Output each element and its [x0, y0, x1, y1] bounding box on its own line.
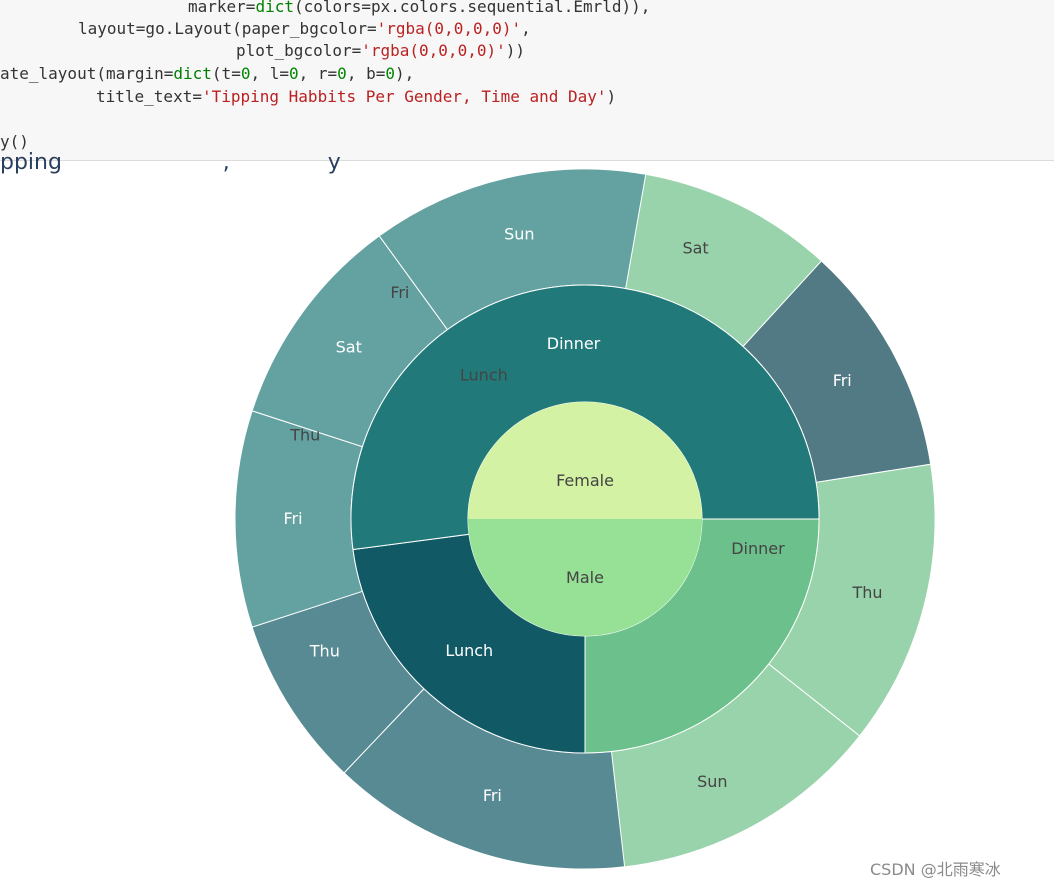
sunburst-label-male-dinner-sun: Sun — [504, 224, 534, 243]
sunburst-label-female-dinner-sat: Sat — [682, 239, 708, 258]
sunburst-label-male-dinner: Dinner — [547, 334, 601, 353]
sunburst-label-female-lunch-fri: Fri — [390, 283, 409, 302]
sunburst-label-female-lunch: Lunch — [460, 366, 508, 385]
sunburst-label-male-lunch-fri: Fri — [483, 786, 502, 805]
sunburst-label-female-dinner-sun: Sun — [697, 772, 727, 791]
sunburst-label-male-dinner-sat: Sat — [336, 337, 362, 356]
sunburst-chart[interactable]: Female Male Lunch Dinner Lunch Dinner Thu Fri Sa… — [0, 0, 1054, 886]
sunburst-label-male-dinner-fri: Fri — [283, 509, 302, 528]
sunburst-label-female-lunch-thu: Thu — [289, 425, 320, 444]
sunburst-label-female-dinner-fri: Fri — [833, 371, 852, 390]
sunburst-label-female: Female — [556, 471, 614, 490]
watermark: CSDN @北雨寒冰 — [870, 860, 1001, 879]
sunburst-label-male: Male — [566, 568, 604, 587]
sunburst-label-male-lunch-thu: Thu — [309, 642, 340, 661]
sunburst-label-female-dinner-thu: Thu — [851, 583, 882, 602]
sunburst-label-female-dinner: Dinner — [731, 539, 785, 558]
sunburst-label-male-lunch: Lunch — [445, 641, 493, 660]
